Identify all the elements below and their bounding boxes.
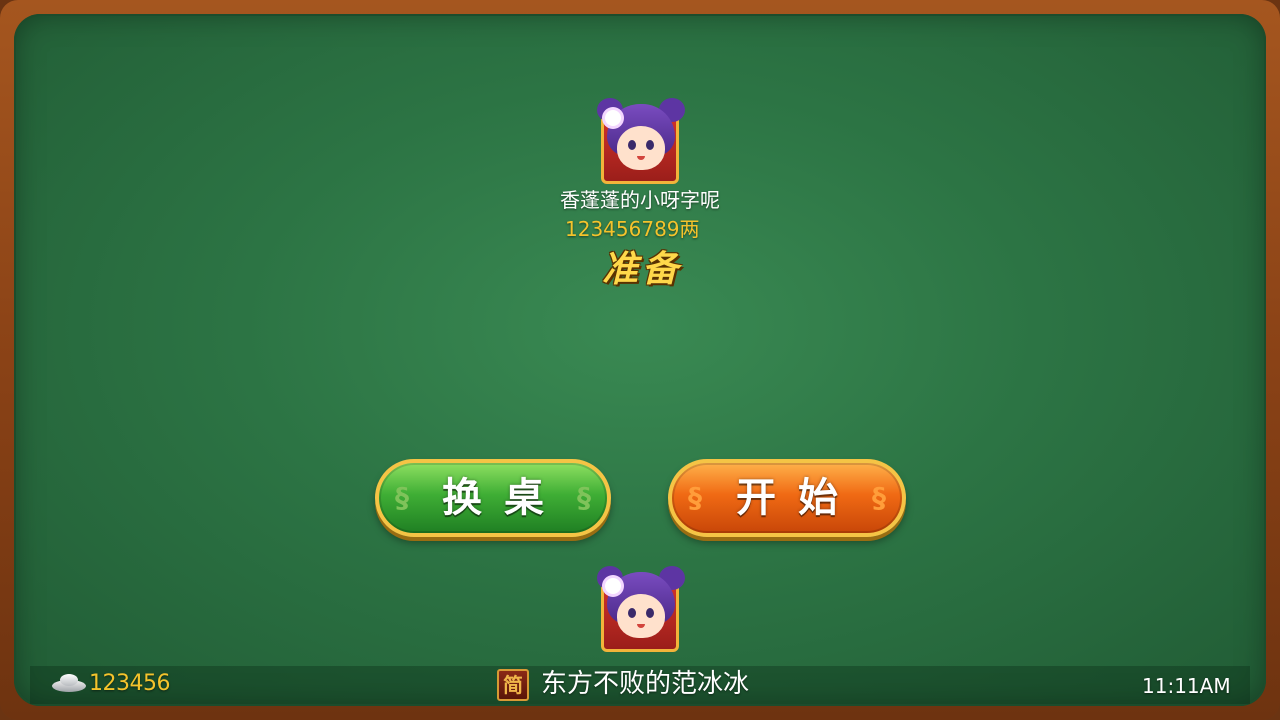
- top-player-gold: 123456789两: [565, 217, 700, 241]
- girl-avatar-icon: [617, 594, 665, 638]
- clock: 11:11AM: [1142, 674, 1231, 698]
- self-silver-amount: 123456: [89, 671, 170, 696]
- ready-status: 准备: [601, 248, 682, 290]
- flower-icon: [605, 578, 621, 594]
- girl-avatar-icon: [617, 126, 665, 170]
- scroll-ornament-icon: §: [872, 481, 886, 514]
- top-player-avatar[interactable]: [597, 98, 685, 186]
- scroll-ornament-icon: §: [577, 481, 591, 514]
- start-label: 开始: [736, 475, 860, 521]
- change-table-label: 换桌: [442, 475, 566, 521]
- start-button[interactable]: § 开始 §: [668, 459, 906, 537]
- self-player-name: 东方不败的范冰冰: [541, 669, 750, 699]
- flower-icon: [605, 110, 621, 126]
- change-table-button[interactable]: § 换桌 §: [375, 459, 611, 537]
- simplified-badge: 简: [497, 669, 529, 701]
- self-player-avatar[interactable]: [597, 566, 685, 654]
- top-player-name: 香蓬蓬的小呀字呢: [560, 188, 720, 212]
- silver-ingot-icon: [52, 672, 86, 694]
